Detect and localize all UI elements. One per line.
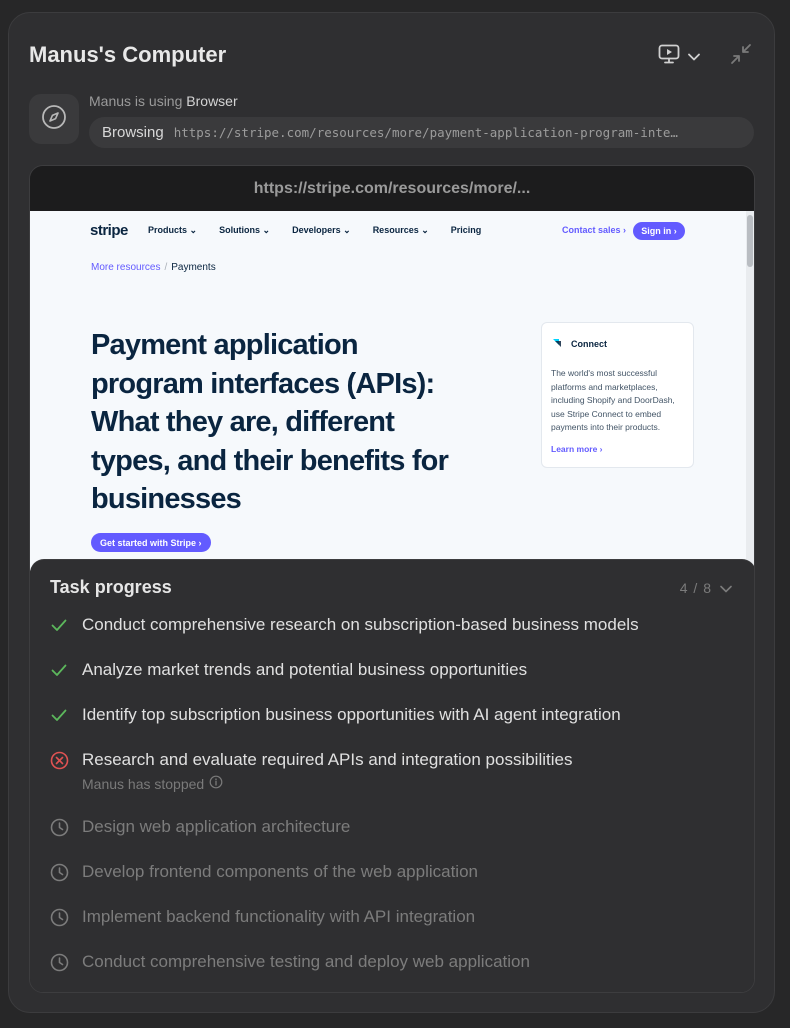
- get-started-button[interactable]: Get started with Stripe ›: [91, 533, 211, 552]
- clock-icon: [50, 952, 82, 977]
- tool-status-prefix: Manus is using: [89, 93, 183, 109]
- sign-in-button[interactable]: Sign in ›: [633, 222, 685, 240]
- view-mode-button[interactable]: [658, 44, 700, 69]
- task-text: Implement backend functionality with API…: [82, 907, 476, 926]
- task-item: Implement backend functionality with API…: [50, 907, 740, 932]
- monitor-play-icon: [658, 44, 680, 69]
- browser-address-bar: https://stripe.com/resources/more/...: [30, 166, 754, 211]
- connect-logo-icon: [551, 337, 563, 351]
- task-text: Research and evaluate required APIs and …: [82, 750, 573, 769]
- task-text: Design web application architecture: [82, 817, 351, 836]
- breadcrumb-separator: /: [164, 262, 168, 273]
- action-label: Browsing: [102, 124, 164, 141]
- task-item: Identify top subscription business oppor…: [50, 705, 740, 729]
- computer-panel: Manus's Computer Manus is using Browser …: [8, 12, 775, 1013]
- task-content: Research and evaluate required APIs and …: [82, 750, 572, 792]
- task-text: Analyze market trends and potential busi…: [82, 660, 528, 679]
- clock-icon: [50, 862, 82, 887]
- nav-products[interactable]: Products ⌄: [148, 225, 197, 236]
- task-text: Conduct comprehensive research on subscr…: [82, 615, 639, 634]
- stripe-logo[interactable]: stripe: [90, 222, 128, 239]
- clock-icon: [50, 817, 82, 842]
- stripe-nav: Products ⌄ Solutions ⌄ Developers ⌄ Reso…: [148, 225, 503, 236]
- minimize-button[interactable]: [730, 43, 752, 70]
- nav-pricing[interactable]: Pricing: [451, 225, 482, 236]
- task-progress-toggle[interactable]: 4 / 8: [680, 580, 732, 596]
- contact-sales-link[interactable]: Contact sales ›: [562, 225, 626, 235]
- connect-card: Connect The world's most successful plat…: [541, 322, 694, 468]
- panel-controls: [658, 43, 752, 70]
- chevron-down-icon: [720, 580, 732, 596]
- nav-developers[interactable]: Developers ⌄: [292, 225, 351, 236]
- check-icon: [50, 660, 82, 684]
- task-text: Identify top subscription business oppor…: [82, 705, 621, 724]
- article-headline: Payment application program interfaces (…: [91, 329, 449, 515]
- nav-resources[interactable]: Resources ⌄: [373, 225, 429, 236]
- breadcrumb: More resources / Payments: [91, 262, 216, 273]
- tool-status: Manus is using Browser: [89, 93, 238, 109]
- task-item: Analyze market trends and potential busi…: [50, 660, 740, 684]
- collapse-icon: [730, 43, 752, 70]
- task-progress-count: 4 / 8: [679, 580, 712, 596]
- webpage-scrollbar[interactable]: [746, 211, 754, 571]
- nav-solutions[interactable]: Solutions ⌄: [219, 225, 270, 236]
- breadcrumb-parent[interactable]: More resources: [91, 262, 160, 273]
- connect-card-title: Connect: [571, 339, 607, 349]
- check-icon: [50, 705, 82, 729]
- compass-icon: [41, 104, 67, 135]
- current-action-pill: Browsing https://stripe.com/resources/mo…: [89, 117, 754, 148]
- task-item: Design web application architecture: [50, 817, 740, 842]
- clock-icon: [50, 907, 82, 932]
- task-progress-panel: Task progress 4 / 8 Conduct comprehensiv…: [30, 559, 754, 992]
- task-text: Conduct comprehensive testing and deploy…: [82, 952, 530, 971]
- breadcrumb-current: Payments: [171, 262, 216, 273]
- connect-card-header: Connect: [551, 337, 684, 351]
- error-icon: [50, 750, 82, 792]
- tool-name: Browser: [186, 93, 238, 109]
- browser-view: https://stripe.com/resources/more/... st…: [29, 165, 755, 993]
- scrollbar-thumb[interactable]: [747, 215, 753, 267]
- info-icon[interactable]: [209, 775, 223, 792]
- action-url: https://stripe.com/resources/more/paymen…: [173, 125, 678, 140]
- task-item: Research and evaluate required APIs and …: [50, 750, 740, 792]
- task-item: Conduct comprehensive research on subscr…: [50, 615, 740, 639]
- chevron-down-icon: [688, 48, 700, 66]
- browser-tool-icon: [29, 94, 79, 144]
- task-note: Manus has stopped: [82, 775, 572, 792]
- learn-more-link[interactable]: Learn more ›: [551, 444, 684, 454]
- task-item: Develop frontend components of the web a…: [50, 862, 740, 887]
- webpage-viewport[interactable]: stripe Products ⌄ Solutions ⌄ Developers…: [30, 211, 754, 571]
- connect-card-body: The world's most successful platforms an…: [551, 368, 675, 432]
- task-text: Develop frontend components of the web a…: [82, 862, 478, 881]
- check-icon: [50, 615, 82, 639]
- task-progress-title: Task progress: [50, 577, 172, 597]
- panel-title: Manus's Computer: [29, 42, 227, 67]
- task-item: Conduct comprehensive testing and deploy…: [50, 952, 740, 977]
- task-note-text: Manus has stopped: [82, 775, 205, 792]
